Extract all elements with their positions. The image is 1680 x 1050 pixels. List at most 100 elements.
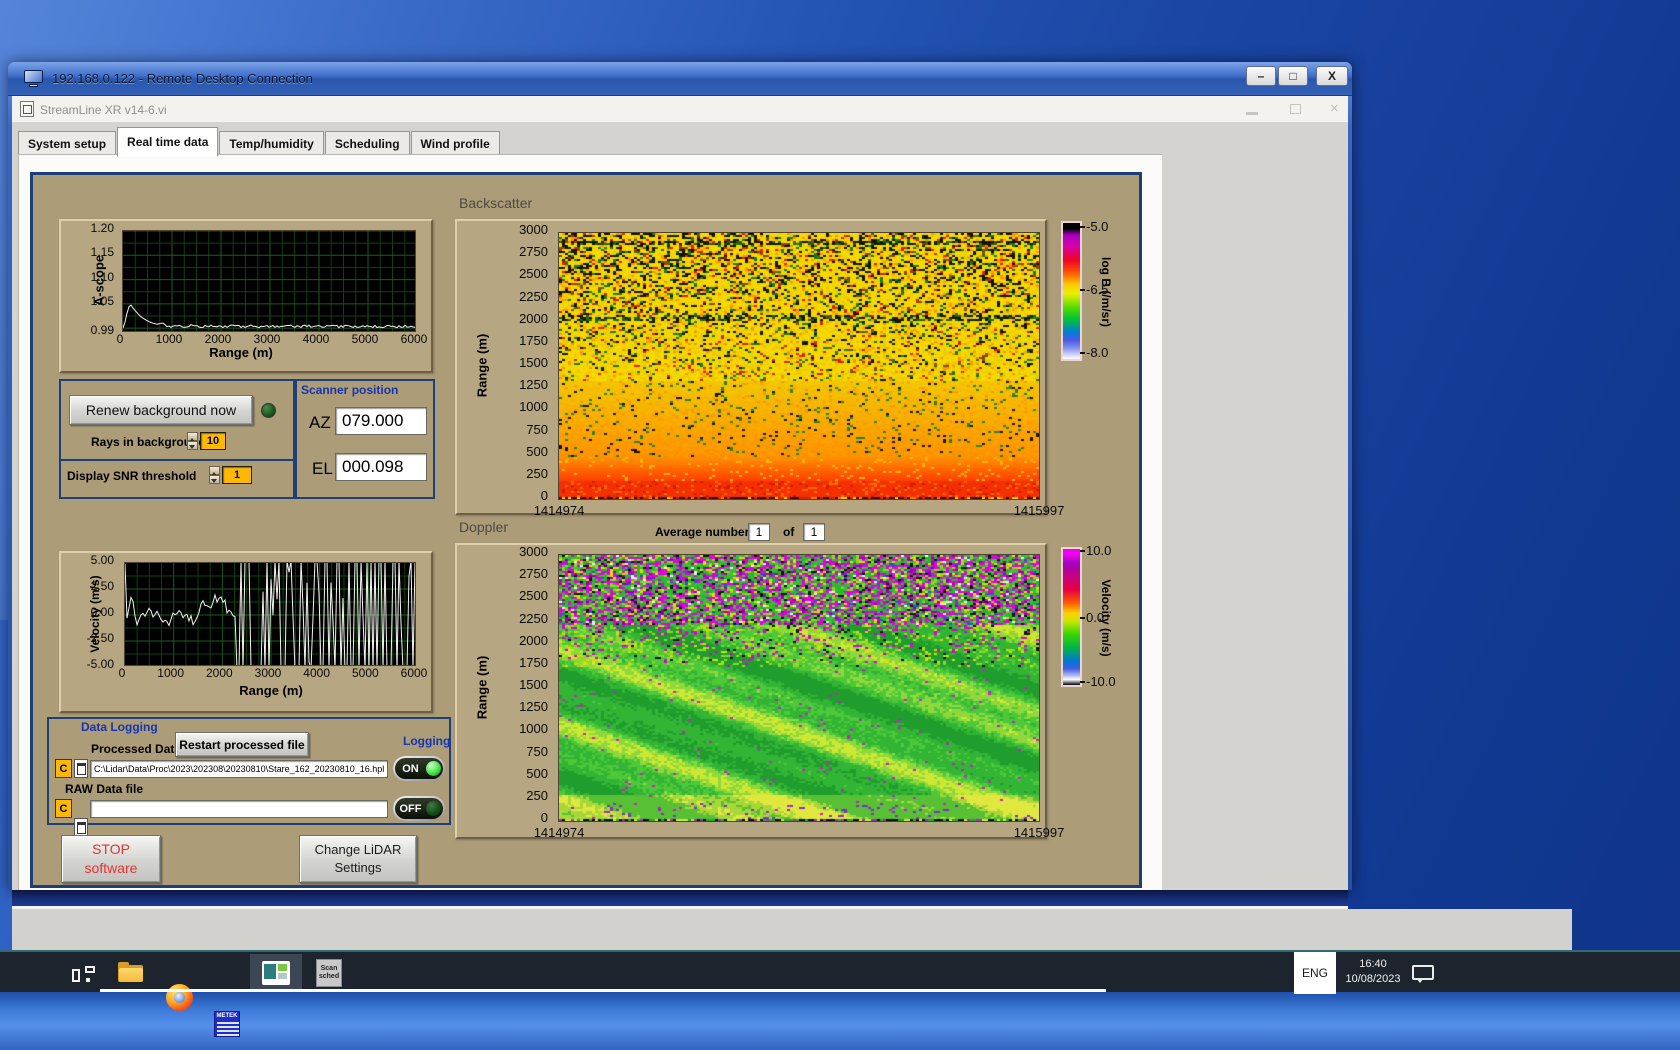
increment-arrow[interactable]: [209, 466, 220, 476]
background-navy-strip: [12, 890, 1348, 906]
stop-software-button[interactable]: STOP software: [61, 835, 161, 883]
processed-logging-toggle[interactable]: ON: [393, 756, 445, 781]
taskbar-bottom-line: [100, 989, 1106, 992]
raw-drive-button[interactable]: C: [55, 799, 72, 818]
axis-tick-label: 1.20: [90, 221, 114, 235]
raw-path-field[interactable]: [90, 800, 388, 818]
rays-spinner[interactable]: [187, 432, 198, 450]
tab-strip: System setup Real time data Temp/humidit…: [18, 126, 501, 157]
axis-tick-label: 0: [116, 332, 124, 346]
streamline-app-taskbar-button[interactable]: [250, 954, 302, 992]
axis-tick-label: 4000: [302, 332, 330, 346]
az-value-field[interactable]: 079.000: [335, 407, 427, 435]
axis-tick-label: 0: [118, 666, 126, 680]
decrement-arrow[interactable]: [209, 475, 220, 484]
backscatter-x-end: 1415997: [1013, 503, 1065, 518]
average-number-field[interactable]: 1: [748, 523, 770, 541]
axis-tick-label: 1000: [519, 399, 548, 415]
tab-label: System setup: [28, 137, 107, 151]
drive-letter: C: [59, 802, 68, 815]
change-settings-label-1: Change LiDAR: [314, 842, 402, 857]
backscatter-title: Backscatter: [459, 195, 533, 211]
average-of-field[interactable]: 1: [803, 523, 825, 541]
logging-label: Logging: [403, 734, 451, 748]
rdp-window: 192.168.0.122 - Remote Desktop Connectio…: [8, 62, 1352, 890]
el-label: EL: [312, 459, 333, 478]
notification-center-icon[interactable]: [1412, 965, 1434, 983]
average-number-label: Average number: [655, 525, 750, 539]
axis-tick-label: 0: [540, 810, 548, 825]
drive-letter: C: [59, 762, 68, 775]
axis-tick-label: -2.50: [86, 631, 114, 645]
file-explorer-icon[interactable]: [118, 960, 144, 986]
snr-value: 1: [233, 469, 241, 481]
raw-logging-toggle[interactable]: OFF: [393, 796, 445, 821]
axis-tick-label: 6000: [400, 666, 428, 680]
renew-background-button[interactable]: Renew background now: [69, 395, 253, 425]
minimize-button[interactable]: –: [1246, 66, 1276, 86]
axis-tick-label: 5.00: [90, 553, 114, 567]
colorbar-tick: [1080, 681, 1085, 683]
restart-processed-file-label: Restart processed file: [179, 737, 305, 752]
axis-tick-label: 3000: [519, 222, 548, 237]
stop-label-1: STOP: [92, 841, 130, 857]
backscatter-y-axis-title: Range (m): [474, 333, 490, 398]
app-close-icon[interactable]: ×: [1330, 100, 1339, 117]
close-button[interactable]: X: [1316, 66, 1348, 86]
el-value-field[interactable]: 000.098: [335, 453, 427, 481]
renew-status-led: [261, 403, 276, 418]
app-restore-icon[interactable]: [1290, 104, 1301, 114]
processed-browse-icon[interactable]: [74, 759, 88, 778]
renew-background-label: Renew background now: [85, 402, 237, 418]
colorbar-tick: [1080, 352, 1085, 354]
raw-data-file-label: RAW Data file: [65, 782, 144, 796]
ascope-x-axis-title: Range (m): [209, 345, 273, 360]
rdp-titlebar[interactable]: 192.168.0.122 - Remote Desktop Connectio…: [8, 62, 1352, 96]
snr-spinner[interactable]: [209, 466, 220, 484]
labview-vi-icon: [20, 101, 34, 117]
clock-time: 16:40: [1359, 958, 1387, 970]
axis-tick-label: 10.0: [1086, 543, 1112, 558]
axis-tick-label: 1250: [519, 377, 548, 393]
backscatter-colorbar: [1061, 221, 1082, 361]
axis-tick-label: 2500: [519, 588, 548, 604]
snr-value-field[interactable]: 1: [222, 466, 252, 484]
axis-tick-label: 2.50: [90, 579, 114, 593]
language-indicator[interactable]: ENG: [1294, 952, 1336, 994]
app-titlebar[interactable]: StreamLine XR v14-6.vi ×: [12, 96, 1348, 123]
task-view-icon[interactable]: [72, 964, 98, 988]
restart-processed-file-button[interactable]: Restart processed file: [175, 732, 309, 757]
processed-path-field[interactable]: C:\Lidar\Data\Proc\2023\202308\20230810\…: [90, 760, 388, 778]
axis-tick-label: 1.05: [90, 293, 114, 308]
change-settings-label-2: Settings: [334, 860, 382, 875]
axis-tick-label: 5000: [351, 332, 379, 346]
processed-path: C:\Lidar\Data\Proc\2023\202308\20230810\…: [94, 764, 385, 774]
app-minimize-icon[interactable]: [1246, 112, 1258, 115]
axis-tick-label: -6.5: [1086, 282, 1109, 297]
tab-real-time-data[interactable]: Real time data: [117, 127, 219, 157]
increment-arrow[interactable]: [187, 432, 198, 442]
axis-tick-label: 2500: [519, 266, 548, 282]
ascope-plot: [122, 230, 416, 332]
on-label: ON: [402, 762, 419, 775]
axis-tick-label: 0: [540, 488, 548, 503]
rays-value-field[interactable]: 10: [200, 432, 226, 450]
scan-scheduler-icon[interactable]: Scan sched: [316, 959, 342, 987]
axis-tick-label: 6000: [400, 332, 428, 346]
maximize-button[interactable]: □: [1278, 66, 1308, 86]
axis-tick-label: 2750: [519, 566, 548, 582]
change-lidar-settings-button[interactable]: Change LiDAR Settings: [299, 835, 417, 883]
axis-tick-label: 3000: [519, 544, 548, 559]
axis-tick-label: 2000: [204, 332, 232, 346]
axis-tick-label: 250: [526, 465, 548, 481]
desktop: 192.168.0.122 - Remote Desktop Connectio…: [0, 0, 1680, 1050]
taskbar-clock[interactable]: 16:40 10/08/2023: [1338, 957, 1408, 989]
metek-app-icon[interactable]: METEK: [214, 1011, 240, 1037]
metek-label: METEK: [216, 1013, 238, 1019]
axis-tick-label: 4000: [303, 666, 331, 680]
processed-drive-button[interactable]: C: [55, 759, 72, 778]
decrement-arrow[interactable]: [187, 441, 198, 450]
tab-label: Real time data: [127, 135, 209, 149]
scanner-position-box: [295, 379, 435, 499]
rdp-computer-icon: [24, 70, 44, 88]
